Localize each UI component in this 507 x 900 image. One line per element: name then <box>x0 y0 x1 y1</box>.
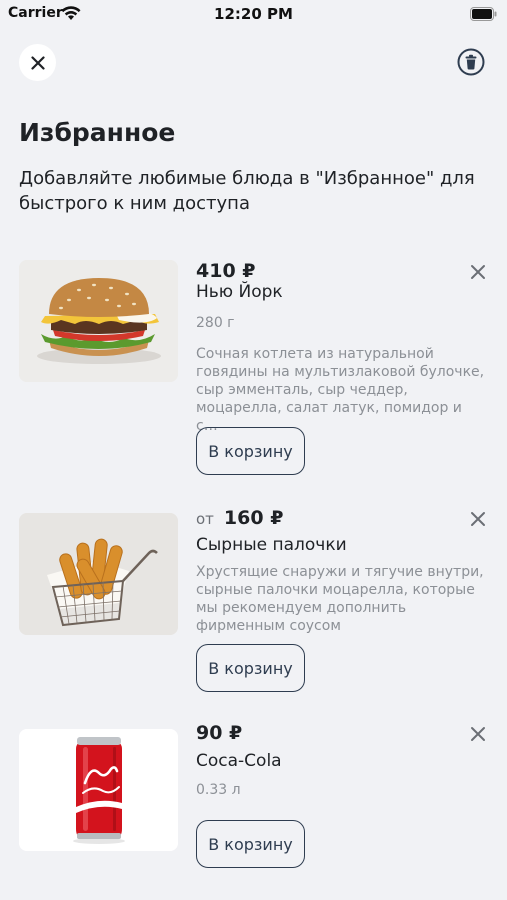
burger-image[interactable] <box>19 260 178 382</box>
trash-icon[interactable] <box>457 48 485 76</box>
item-price: 160 ₽ <box>223 507 284 529</box>
remove-icon[interactable] <box>470 511 486 527</box>
page-title: Избранное <box>19 118 176 147</box>
price-prefix: от <box>196 510 214 528</box>
favorite-item: 410 ₽ Нью Йорк 280 г Сочная котлета из н… <box>0 260 507 480</box>
cheese-sticks-image[interactable] <box>19 513 178 635</box>
item-name: Нью Йорк <box>196 282 283 302</box>
cola-can-picture <box>19 729 178 851</box>
add-to-cart-button[interactable]: В корзину <box>196 644 305 692</box>
item-description: Хрустящие снаружи и тягучие внутри, сырн… <box>196 564 484 634</box>
close-icon <box>30 55 45 70</box>
add-to-cart-button[interactable]: В корзину <box>196 820 305 868</box>
item-weight: 0.33 л <box>196 782 241 798</box>
add-to-cart-button[interactable]: В корзину <box>196 427 305 475</box>
item-price: 410 ₽ <box>196 260 256 282</box>
page-subtitle: Добавляйте любимые блюда в "Избранное" д… <box>19 168 475 214</box>
favorite-item: от 160 ₽ Сырные палочки Хрустящие снаруж… <box>0 507 507 697</box>
price-row: 90 ₽ <box>196 722 242 748</box>
cheese-sticks-picture <box>19 513 178 635</box>
battery-icon <box>470 7 497 21</box>
status-bar: Carrier 12:20 PM <box>0 0 507 30</box>
cola-image[interactable] <box>19 729 178 851</box>
item-weight: 280 г <box>196 315 235 331</box>
remove-icon[interactable] <box>470 264 486 280</box>
remove-icon[interactable] <box>470 726 486 742</box>
clock: 12:20 PM <box>214 5 293 23</box>
favorite-item: 90 ₽ Coca-Cola 0.33 л В корзину <box>0 722 507 872</box>
item-price: 90 ₽ <box>196 722 243 744</box>
close-button[interactable] <box>19 44 56 81</box>
item-name: Сырные палочки <box>196 535 347 555</box>
item-name: Coca-Cola <box>196 751 282 771</box>
price-row: от 160 ₽ <box>196 507 283 533</box>
burger-picture <box>19 260 178 382</box>
item-description: Сочная котлета из натуральной говядины н… <box>196 346 485 434</box>
